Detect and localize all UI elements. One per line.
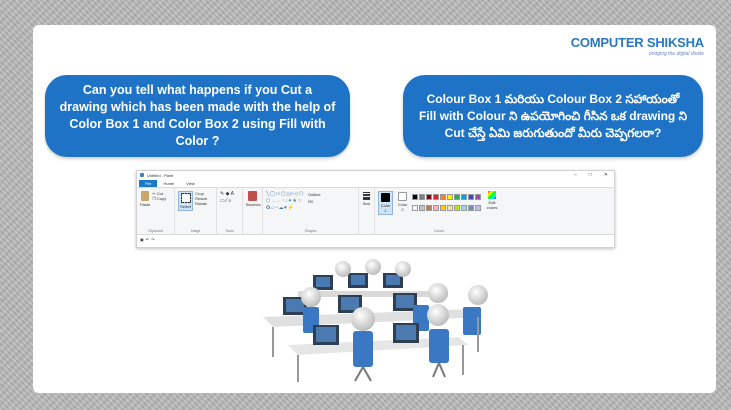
palette-swatch[interactable] bbox=[475, 205, 482, 211]
paint-window-title: Untitled - Paint bbox=[147, 172, 174, 178]
size-group: Size bbox=[359, 188, 375, 234]
text-icon[interactable]: A bbox=[231, 191, 234, 197]
brush-icon bbox=[248, 191, 257, 201]
palette-swatch[interactable] bbox=[468, 205, 475, 211]
select-label: Select bbox=[180, 204, 192, 209]
close-button[interactable]: ✕ bbox=[604, 172, 608, 178]
color1-swatch bbox=[381, 193, 390, 202]
paint-ribbon: Paste ✂ Cut ❐ Copy Clipboard Select Crop… bbox=[137, 187, 614, 235]
color-palette bbox=[412, 194, 482, 215]
maximize-button[interactable]: □ bbox=[589, 172, 592, 178]
palette-swatch[interactable] bbox=[419, 205, 426, 211]
fill-button[interactable]: Fill bbox=[308, 198, 321, 205]
palette-swatch[interactable] bbox=[475, 194, 482, 200]
paste-button[interactable]: Paste bbox=[140, 191, 150, 207]
back-row bbox=[298, 259, 448, 297]
question-english: Can you tell what happens if you Cut a d… bbox=[45, 75, 350, 157]
palette-swatch[interactable] bbox=[426, 205, 433, 211]
outline-button[interactable]: Outline bbox=[308, 191, 321, 198]
paint-app-icon bbox=[140, 173, 144, 177]
clipboard-group: Paste ✂ Cut ❐ Copy Clipboard bbox=[137, 188, 175, 234]
save-icon[interactable]: ▣ bbox=[140, 237, 144, 242]
tab-home[interactable]: Home bbox=[157, 180, 180, 187]
copy-button[interactable]: ❐ Copy bbox=[152, 196, 166, 201]
color-picker-icon[interactable]: ⁄ bbox=[226, 198, 227, 204]
tab-file[interactable]: File bbox=[139, 180, 158, 187]
color2-label: Color 2 bbox=[397, 202, 408, 212]
minimize-button[interactable]: – bbox=[574, 172, 577, 178]
tab-view[interactable]: View bbox=[180, 180, 201, 187]
question-telugu-text: Colour Box 1 మరియు Colour Box 2 సహాయంతో … bbox=[418, 91, 688, 140]
quick-access-toolbar: ▣ ↶ ↷ bbox=[137, 235, 614, 243]
palette-swatch[interactable] bbox=[461, 205, 468, 211]
brushes-label: Brushes bbox=[246, 202, 261, 207]
color2-swatch bbox=[398, 192, 408, 201]
image-group: Select Crop Resize Rotate Image bbox=[175, 188, 217, 234]
paste-icon bbox=[141, 191, 150, 201]
logo-name-part1: COMPUTER bbox=[570, 35, 647, 50]
palette-swatch[interactable] bbox=[468, 194, 475, 200]
palette-swatch[interactable] bbox=[440, 205, 447, 211]
pencil-icon[interactable]: ✎ bbox=[220, 191, 224, 197]
palette-swatch[interactable] bbox=[419, 194, 426, 200]
palette-swatch[interactable] bbox=[412, 194, 419, 200]
copy-label: Copy bbox=[156, 196, 167, 201]
question-telugu: Colour Box 1 మరియు Colour Box 2 సహాయంతో … bbox=[403, 75, 703, 157]
color1-label: Color 1 bbox=[380, 203, 391, 213]
undo-icon[interactable]: ↶ bbox=[146, 237, 149, 242]
colors-group: Color 1 Color 2 Edit colors Colors bbox=[375, 188, 503, 234]
shapes-group: ╲◯▭▢△▷◇⬠ ⬡→←↑↓✦★☆ ✪▱◔☁♥⚡ Outline Fill Shap… bbox=[263, 188, 359, 234]
color2-button[interactable]: Color 2 bbox=[396, 191, 409, 215]
magnifier-icon[interactable]: ⌕ bbox=[228, 198, 231, 204]
edit-colors-icon bbox=[488, 191, 496, 199]
palette-swatch[interactable] bbox=[454, 194, 461, 200]
shapes-gallery[interactable]: ╲◯▭▢△▷◇⬠ ⬡→←↑↓✦★☆ ✪▱◔☁♥⚡ bbox=[266, 191, 304, 212]
paste-label: Paste bbox=[140, 202, 151, 207]
clipboard-group-label: Clipboard bbox=[148, 229, 163, 233]
question-english-text: Can you tell what happens if you Cut a d… bbox=[59, 83, 336, 148]
palette-swatch[interactable] bbox=[433, 194, 440, 200]
palette-swatch[interactable] bbox=[426, 194, 433, 200]
tools-group: ✎ ◆ A ▭ ⁄ ⌕ Tools bbox=[217, 188, 243, 234]
paint-window: Untitled - Paint – □ ✕ File Home View Pa… bbox=[136, 170, 615, 248]
redo-icon[interactable]: ↷ bbox=[151, 237, 154, 242]
size-button[interactable]: Size bbox=[362, 192, 371, 206]
select-icon bbox=[180, 193, 191, 203]
paint-title-bar: Untitled - Paint – □ ✕ bbox=[137, 171, 614, 179]
shapes-group-label: Shapes bbox=[304, 229, 317, 233]
palette-swatch[interactable] bbox=[433, 205, 440, 211]
color1-button[interactable]: Color 1 bbox=[378, 191, 394, 215]
select-button[interactable]: Select bbox=[178, 191, 194, 211]
size-label: Size bbox=[362, 201, 371, 206]
paint-ribbon-tabs: File Home View bbox=[137, 179, 614, 187]
logo-name-part2: SHIKSHA bbox=[646, 35, 704, 50]
brushes-group: Brushes bbox=[243, 188, 263, 234]
edit-colors-label: Edit colors bbox=[486, 200, 498, 210]
tools-group-label: Tools bbox=[225, 229, 234, 233]
palette-swatch[interactable] bbox=[440, 194, 447, 200]
colors-group-label: Colors bbox=[433, 229, 445, 233]
brushes-button[interactable]: Brushes bbox=[246, 191, 261, 207]
slide-panel: COMPUTER SHIKSHA bridging the digital di… bbox=[33, 25, 716, 393]
computer-lab-illustration bbox=[263, 259, 488, 382]
edit-colors-button[interactable]: Edit colors bbox=[484, 191, 500, 215]
copy-icon: ❐ bbox=[152, 196, 156, 201]
palette-swatch[interactable] bbox=[412, 205, 419, 211]
computer-shiksha-logo: COMPUTER SHIKSHA bridging the digital di… bbox=[570, 35, 705, 57]
palette-swatch[interactable] bbox=[454, 205, 461, 211]
palette-swatch[interactable] bbox=[447, 194, 454, 200]
image-group-label: Image bbox=[190, 229, 201, 233]
palette-swatch[interactable] bbox=[461, 194, 468, 200]
logo-tagline: bridging the digital divide bbox=[648, 51, 704, 57]
rotate-button[interactable]: Rotate bbox=[195, 201, 207, 206]
eraser-icon[interactable]: ▭ bbox=[220, 198, 225, 204]
palette-swatch[interactable] bbox=[447, 205, 454, 211]
fill-bucket-icon[interactable]: ◆ bbox=[226, 191, 230, 197]
